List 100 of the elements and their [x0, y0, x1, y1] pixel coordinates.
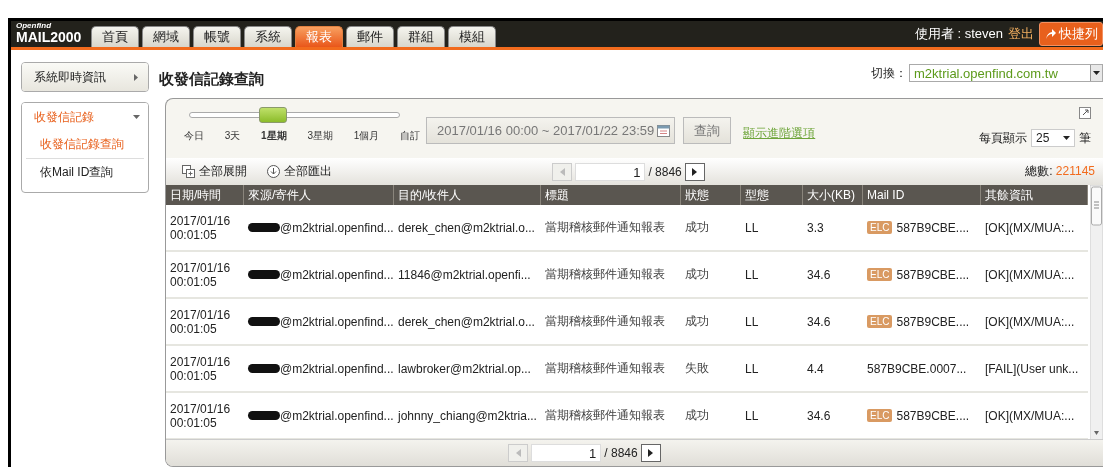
column-header[interactable]: 其餘資訊 — [981, 185, 1088, 205]
range-slider-track[interactable] — [189, 107, 400, 123]
caret-down-icon — [133, 113, 140, 121]
caret-right-icon — [648, 449, 654, 457]
table-cell: derek_chen@m2ktrial.o... — [394, 299, 541, 346]
switch-label: 切換： — [871, 64, 907, 82]
nav-tab[interactable]: 帳號 — [193, 26, 242, 47]
time-text: 00:01:05 — [170, 368, 217, 383]
next-page-button[interactable] — [640, 444, 661, 462]
table-cell: 當期稽核郵件通知報表 — [541, 252, 681, 299]
table-cell: 當期稽核郵件通知報表 — [541, 346, 681, 393]
table-cell: lawbroker@m2ktrial.op... — [394, 346, 541, 393]
table-cell: 34.6 — [803, 252, 863, 299]
date-text: 2017/01/16 — [170, 354, 231, 369]
range-option[interactable]: 自訂 — [400, 129, 420, 143]
caret-left-icon — [559, 167, 565, 176]
nav-tab[interactable]: 郵件 — [346, 26, 395, 47]
next-page-button[interactable] — [684, 162, 705, 181]
menu-group-header[interactable]: 系統即時資訊 — [22, 63, 148, 91]
popout-icon[interactable] — [1079, 107, 1091, 119]
range-option[interactable]: 1星期 — [261, 129, 287, 143]
dropdown-caret-icon — [1093, 71, 1100, 75]
page-size-unit: 筆 — [1079, 129, 1091, 147]
tag-badge: ELC — [867, 409, 893, 422]
sender-text: @m2ktrial.openfind... — [280, 267, 394, 282]
table-cell: [FAIL](User unk... — [981, 346, 1088, 393]
export-all-button[interactable]: 全部匯出 — [284, 163, 332, 180]
expand-icon[interactable] — [182, 165, 195, 178]
expand-all-button[interactable]: 全部展開 — [199, 163, 247, 180]
calendar-icon[interactable] — [657, 124, 671, 137]
sender-text: @m2ktrial.openfind... — [280, 408, 394, 423]
logo-tagline: Openfind — [16, 22, 53, 30]
prev-page-button[interactable] — [552, 162, 573, 181]
menu-group-label: 收發信記錄 — [34, 108, 94, 126]
caret-left-icon — [515, 449, 521, 457]
table-cell: 成功 — [681, 205, 741, 252]
column-header[interactable]: 型態 — [741, 185, 803, 205]
query-button[interactable]: 查詢 — [683, 117, 732, 144]
time-text: 00:01:05 — [170, 274, 217, 289]
column-header[interactable]: 目的/收件人 — [394, 185, 541, 205]
sender-text: @m2ktrial.openfind... — [280, 220, 394, 235]
date-text: 2017/01/16 — [170, 260, 231, 275]
nav-tab[interactable]: 首頁 — [91, 26, 140, 47]
range-option[interactable]: 今日 — [184, 129, 204, 143]
domain-dropdown[interactable]: m2ktrial.openfind.com.tw — [909, 64, 1103, 82]
user-label: 使用者 : steven — [914, 25, 1003, 43]
page-number-field[interactable]: 1 — [531, 444, 602, 462]
table-cell: 成功 — [681, 252, 741, 299]
dropdown-caret-icon — [1063, 136, 1070, 140]
table-cell: [OK](MX/MUA:... — [981, 252, 1088, 299]
total-label: 總數: — [1025, 164, 1053, 178]
date-text: 2017/01/16 — [170, 401, 231, 416]
date-text: 2017/01/16 — [170, 213, 231, 228]
sender-text: @m2ktrial.openfind... — [280, 314, 394, 329]
page-title: 收發信記錄查詢 — [158, 69, 264, 89]
caret-right-icon — [692, 167, 698, 176]
nav-tab[interactable]: 模組 — [448, 26, 497, 47]
column-header[interactable]: 狀態 — [681, 185, 741, 205]
column-header[interactable]: Mail ID — [863, 185, 981, 205]
mail-id-text: 587B9CBE.... — [896, 314, 970, 329]
mail-id-text: 587B9CBE.0007... — [867, 361, 967, 376]
nav-tab[interactable]: 群組 — [397, 26, 446, 47]
submenu-item[interactable]: 收發信記錄查詢 — [26, 131, 144, 158]
table-cell: 當期稽核郵件通知報表 — [541, 205, 681, 252]
range-option[interactable]: 3天 — [224, 129, 241, 143]
date-range-value: 2017/01/16 00:00 ~ 2017/01/22 23:59 — [437, 123, 655, 138]
table-cell: LL — [741, 346, 803, 393]
table-cell: 11846@m2ktrial.openfi... — [394, 252, 541, 299]
column-header[interactable]: 日期/時間 — [166, 185, 244, 205]
mail-id-text: 587B9CBE.... — [896, 220, 970, 235]
nav-tab[interactable]: 系統 — [244, 26, 293, 47]
table-cell: 34.6 — [803, 299, 863, 346]
page-size-value: 25 — [1036, 131, 1050, 145]
domain-value: m2ktrial.openfind.com.tw — [914, 65, 1058, 81]
page-size-label: 每頁顯示 — [979, 129, 1027, 147]
column-header[interactable]: 標題 — [541, 185, 681, 205]
range-slider-thumb[interactable] — [259, 107, 288, 123]
mail-id-text: 587B9CBE.... — [896, 408, 970, 423]
page-number-field[interactable]: 1 — [575, 162, 646, 181]
page-size-select[interactable]: 25 — [1031, 129, 1075, 147]
table-cell: LL — [741, 299, 803, 346]
download-icon[interactable] — [267, 165, 280, 178]
date-text: 2017/01/16 — [170, 307, 231, 322]
column-header[interactable]: 大小(KB) — [803, 185, 863, 205]
page-total: / 8846 — [648, 164, 682, 179]
range-option[interactable]: 3星期 — [307, 129, 333, 143]
time-text: 00:01:05 — [170, 415, 217, 430]
time-text: 00:01:05 — [170, 227, 217, 242]
scrollbar-drawing[interactable] — [1090, 185, 1103, 441]
column-header[interactable]: 來源/寄件人 — [244, 185, 394, 205]
submenu-item[interactable]: 依Mail ID查詢 — [26, 158, 144, 186]
menu-group-label: 系統即時資訊 — [34, 68, 106, 86]
range-option[interactable]: 1個月 — [353, 129, 380, 143]
nav-tab[interactable]: 網域 — [142, 26, 191, 47]
table-cell: [OK](MX/MUA:... — [981, 299, 1088, 346]
tag-badge: ELC — [867, 268, 893, 281]
logout-link[interactable]: 登出 — [1008, 25, 1034, 43]
caret-right-icon — [133, 73, 140, 81]
tag-badge: ELC — [867, 221, 893, 234]
date-range-field[interactable]: 2017/01/16 00:00 ~ 2017/01/22 23:59 — [426, 117, 676, 144]
